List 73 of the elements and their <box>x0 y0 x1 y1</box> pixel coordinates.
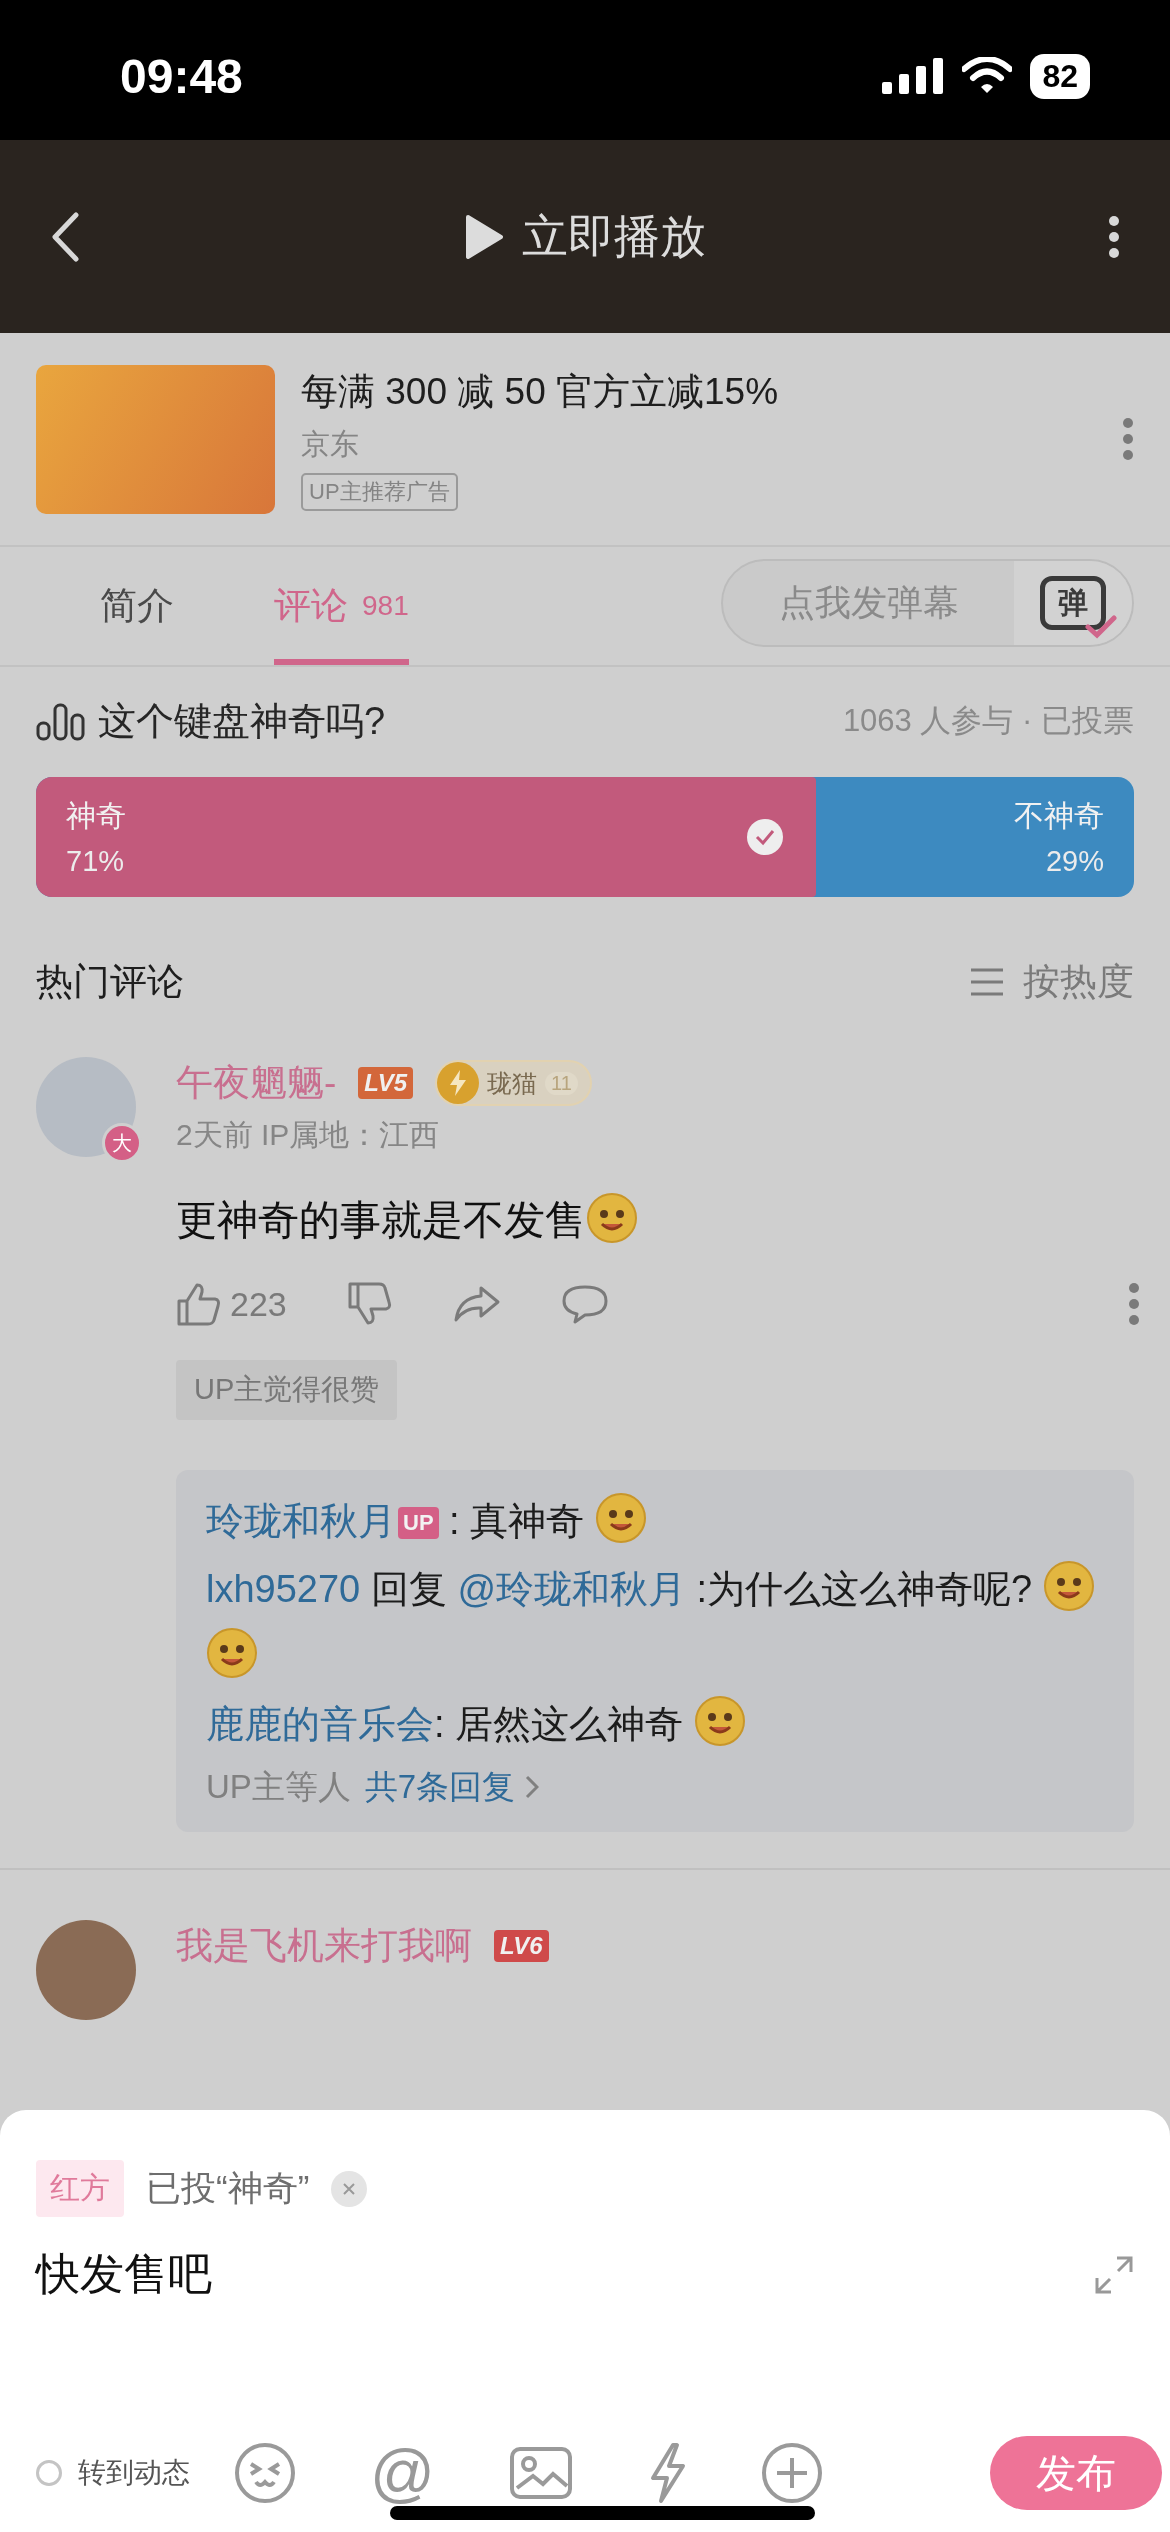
username-link[interactable]: 鹿鹿的音乐会 <box>206 1702 434 1745</box>
vote-side-tag: 红方 <box>36 2160 124 2217</box>
battery-level: 82 <box>1030 53 1090 99</box>
bar-chart-icon <box>36 701 86 741</box>
photo-placeholder[interactable] <box>36 364 275 514</box>
danmaku-icon[interactable]: 弹 <box>1014 561 1132 645</box>
play-icon <box>464 213 504 260</box>
thumbs-down-icon[interactable] <box>346 1282 393 1326</box>
vote-status: 已投“神奇” <box>146 2167 310 2209</box>
menu-icon <box>969 967 1005 997</box>
image-icon[interactable] <box>508 2446 573 2500</box>
thumbs-up-icon <box>176 1282 222 1326</box>
back-icon[interactable] <box>50 212 80 262</box>
close-icon <box>342 2181 357 2196</box>
poll-bar[interactable]: 神奇 71% 不神奇 29% <box>36 777 1134 897</box>
poll-question: 这个键盘神奇吗? <box>98 698 386 744</box>
fan-medal[interactable]: 珑猫 11 <box>435 1060 592 1106</box>
expand-icon[interactable] <box>1094 2255 1134 2295</box>
lightning-icon <box>448 1069 469 1097</box>
wifi-icon <box>962 57 1013 95</box>
level-badge: LV5 <box>358 1067 414 1099</box>
username-link[interactable]: 玲珑和秋月 <box>206 1500 396 1542</box>
comment-meta: 2天前 IP属地：江西 <box>176 1117 441 1153</box>
check-icon <box>745 818 784 856</box>
poll-option-label: 神奇 <box>66 798 126 834</box>
chevron-right-icon <box>525 1775 540 1799</box>
repost-toggle[interactable]: 转到动态 <box>36 2454 190 2492</box>
radio-button[interactable] <box>36 2460 62 2486</box>
emoji-icon <box>1042 1559 1095 1612</box>
emoji-icon <box>206 1627 258 1680</box>
emoji-icon <box>594 1492 647 1544</box>
emoji-icon <box>693 1694 746 1747</box>
more-icon[interactable] <box>1108 215 1120 259</box>
avatar-badge: 大 <box>102 1123 142 1163</box>
more-replies-link[interactable]: 共7条回复 <box>364 1764 540 1810</box>
ad-title[interactable]: 每满 300 减 50 官方立减15% <box>301 367 779 417</box>
signal-icon <box>882 58 945 94</box>
chat-bubble-icon[interactable] <box>560 1284 609 1324</box>
poll-percent: 71% <box>66 845 125 878</box>
tab[interactable]: 评论 981 <box>274 547 409 665</box>
share-icon[interactable] <box>452 1284 501 1324</box>
username-link[interactable]: lxh95270 <box>206 1567 361 1610</box>
username[interactable]: 午夜魍魉- <box>176 1058 337 1108</box>
comment-input[interactable]: 快发售吧 <box>36 2245 1094 2365</box>
clear-button[interactable] <box>331 2170 368 2207</box>
up-liked-tag: UP主觉得很赞 <box>176 1360 398 1420</box>
reply-text: 鹿鹿的音乐会: 居然这么神奇 <box>206 1690 1104 1759</box>
reply-text: lxh95270 回复 @玲珑和秋月 :为什么这么神奇呢? <box>206 1555 1104 1691</box>
poll-option-label: 不神奇 <box>1014 798 1104 834</box>
danmaku-input[interactable]: 点我发弹幕 <box>723 578 1014 628</box>
publish-button[interactable]: 发布 <box>990 2436 1162 2510</box>
clock-time: 09:48 <box>120 48 243 104</box>
username[interactable]: 我是飞机来打我啊 <box>176 1920 472 1971</box>
smiley-icon[interactable] <box>234 2442 296 2504</box>
comment-text: 更神奇的事就是不发售 <box>176 1192 1134 1248</box>
poll-stats: 1063 人参与 · 已投票 <box>842 702 1134 740</box>
up-badge: UP <box>398 1507 439 1539</box>
ad-tag: UP主推荐广告 <box>301 473 458 511</box>
like-button[interactable]: 223 <box>176 1282 287 1326</box>
level-badge: LV6 <box>494 1929 549 1962</box>
mention-button[interactable]: @ <box>370 2441 435 2505</box>
section-title: 热门评论 <box>36 960 184 1004</box>
reply-summary: UP主等人 <box>206 1766 351 1807</box>
username-link[interactable]: @玲珑和秋月 <box>457 1567 686 1610</box>
emoji-icon <box>586 1192 638 1244</box>
play-button[interactable]: 立即播放 <box>464 205 706 268</box>
poll-percent: 29% <box>1045 845 1104 878</box>
ad-source: 京东 <box>301 427 360 462</box>
sort-button[interactable]: 按热度 <box>969 957 1134 1007</box>
add-icon[interactable] <box>760 2442 823 2504</box>
reply-text: 玲珑和秋月 UP : 真神奇 <box>206 1488 1104 1556</box>
tab[interactable]: 简介 <box>100 547 174 665</box>
poll-fill[interactable] <box>36 777 816 897</box>
